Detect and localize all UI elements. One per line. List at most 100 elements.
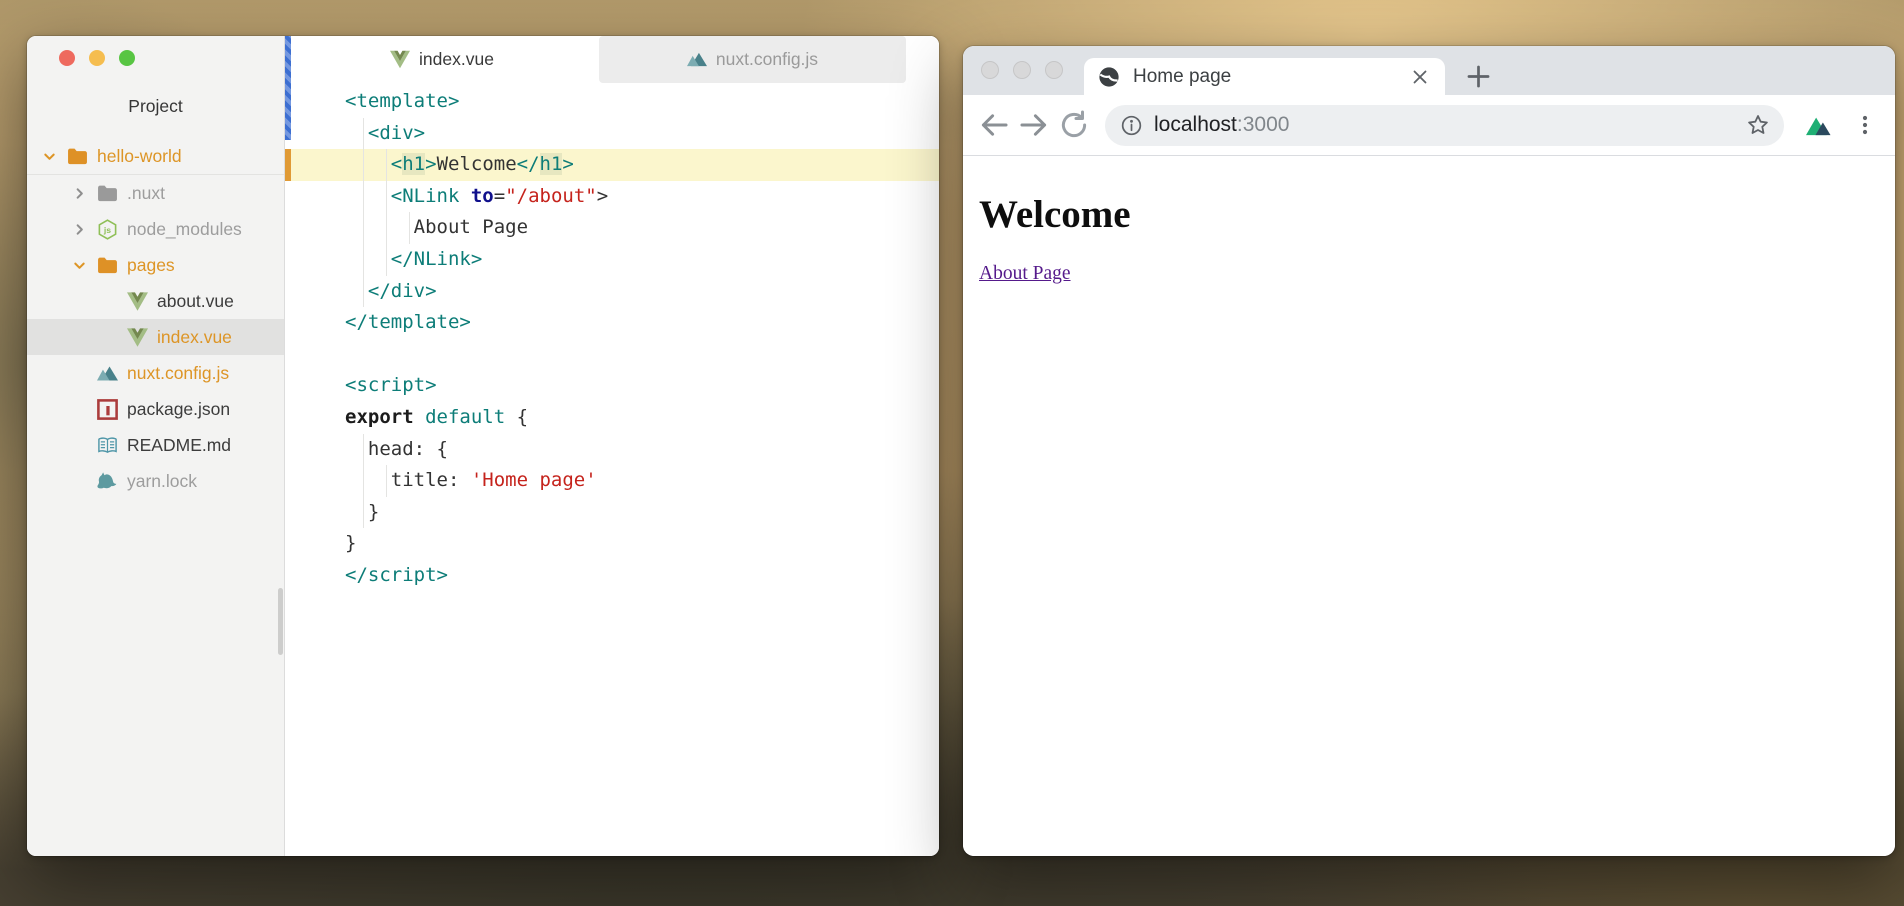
- tree-item-label: index.vue: [157, 327, 232, 348]
- chevron-down-icon[interactable]: [43, 149, 67, 164]
- code-token: 'Home page': [471, 469, 597, 491]
- address-bar[interactable]: localhost:3000: [1105, 105, 1784, 146]
- indent-guide: [386, 212, 387, 244]
- node-icon: js: [97, 219, 118, 240]
- folder-icon: [67, 146, 88, 167]
- browser-menu-icon[interactable]: [1853, 113, 1877, 137]
- tree-item-index.vue[interactable]: index.vue: [27, 319, 284, 355]
- code-token: =: [494, 185, 505, 207]
- globe-favicon: [1098, 66, 1120, 88]
- code-token: <div>: [368, 122, 425, 144]
- chevron-right-icon[interactable]: [73, 186, 97, 201]
- back-button[interactable]: [977, 108, 1011, 142]
- tree-indent-spacer: [73, 474, 97, 489]
- browser-tab-title: Home page: [1133, 66, 1409, 88]
- code-token: </div>: [368, 280, 437, 302]
- minimize-window-button[interactable]: [1013, 61, 1031, 79]
- code-line: <template>: [285, 86, 939, 118]
- close-window-button[interactable]: [59, 50, 75, 66]
- indent-guide: [363, 465, 364, 497]
- code-editor[interactable]: <template> <div> <h1>Welcome</h1> <NLink…: [285, 83, 939, 856]
- tree-item-hello-world[interactable]: hello-world: [27, 139, 284, 175]
- vue-icon: [390, 50, 410, 69]
- tree-item-pages[interactable]: pages: [27, 247, 284, 283]
- editor-tab-label: nuxt.config.js: [716, 49, 818, 70]
- tree-item-package.json[interactable]: package.json: [27, 391, 284, 427]
- sidebar-scrollbar[interactable]: [278, 588, 283, 655]
- tree-indent-spacer: [73, 402, 97, 417]
- code-token: [345, 153, 391, 175]
- chevron-down-icon[interactable]: [73, 258, 97, 273]
- tree-item-.nuxt[interactable]: .nuxt: [27, 175, 284, 211]
- indent-guide: [363, 434, 364, 466]
- svg-text:js: js: [103, 224, 111, 234]
- editor-tab-nuxt.config.js[interactable]: nuxt.config.js: [599, 36, 906, 83]
- code-token: >: [425, 153, 436, 175]
- close-window-button[interactable]: [981, 61, 999, 79]
- nuxt-extension-icon[interactable]: [1806, 113, 1833, 138]
- bookmark-star-icon[interactable]: [1746, 113, 1770, 137]
- tree-item-label: package.json: [127, 399, 230, 420]
- code-token: </template>: [345, 311, 471, 333]
- tree-indent-spacer: [103, 294, 127, 309]
- editor-window: Project hello-world.nuxtjsnode_modulespa…: [27, 36, 939, 856]
- code-line: [285, 339, 939, 371]
- indent-guide: [386, 244, 387, 276]
- code-token: to: [471, 185, 494, 207]
- chevron-right-icon[interactable]: [73, 222, 97, 237]
- zoom-window-button[interactable]: [1045, 61, 1063, 79]
- file-tree: hello-world.nuxt js node_modulespagesabout…: [27, 139, 284, 499]
- code-token: <template>: [345, 90, 459, 112]
- tree-indent-spacer: [73, 366, 97, 381]
- code-token: "/about": [505, 185, 597, 207]
- code-token: >: [597, 185, 608, 207]
- editor-pane: index.vue nuxt.config.js <template> <div>…: [284, 36, 939, 856]
- code-token: </: [517, 153, 540, 175]
- code-token: <NLink: [391, 185, 460, 207]
- close-tab-icon[interactable]: [1409, 66, 1431, 88]
- indent-guide: [363, 118, 364, 150]
- code-line: </div>: [285, 276, 939, 308]
- tree-item-about.vue[interactable]: about.vue: [27, 283, 284, 319]
- pane-divider-handle[interactable]: [285, 36, 291, 140]
- browser-tab[interactable]: Home page: [1084, 58, 1445, 95]
- indent-guide: [386, 181, 387, 213]
- code-token: Welcome: [437, 153, 517, 175]
- window-controls: [27, 50, 284, 66]
- tree-item-nuxt.config.js[interactable]: nuxt.config.js: [27, 355, 284, 391]
- code-token: </NLink>: [391, 248, 483, 270]
- tree-item-yarn.lock[interactable]: yarn.lock: [27, 463, 284, 499]
- code-token: [345, 280, 368, 302]
- tree-indent-spacer: [73, 438, 97, 453]
- url-text[interactable]: localhost:3000: [1154, 113, 1746, 137]
- zoom-window-button[interactable]: [119, 50, 135, 66]
- code-token: [414, 406, 425, 428]
- code-token: h1: [540, 153, 563, 175]
- page-heading: Welcome: [979, 192, 1879, 237]
- code-token: <: [391, 153, 402, 175]
- desktop: Project hello-world.nuxtjsnode_modulespa…: [0, 0, 1904, 906]
- vue-icon: [127, 327, 148, 348]
- code-token: title:: [345, 469, 471, 491]
- editor-tab-index.vue[interactable]: index.vue: [285, 36, 599, 83]
- code-token: default: [425, 406, 505, 428]
- about-page-link[interactable]: About Page: [979, 263, 1071, 284]
- forward-button[interactable]: [1017, 108, 1051, 142]
- minimize-window-button[interactable]: [89, 50, 105, 66]
- code-line: export default {: [285, 402, 939, 434]
- indent-guide: [386, 465, 387, 497]
- code-token: {: [505, 406, 528, 428]
- tree-item-node_modules[interactable]: js node_modules: [27, 211, 284, 247]
- site-info-icon[interactable]: [1120, 114, 1143, 137]
- code-token: [345, 185, 391, 207]
- window-controls: [981, 61, 1063, 79]
- tree-item-README.md[interactable]: README.md: [27, 427, 284, 463]
- npm-icon: [97, 399, 118, 420]
- indent-guide: [363, 244, 364, 276]
- reload-button[interactable]: [1057, 108, 1091, 142]
- indent-guide: [363, 181, 364, 213]
- code-token: </script>: [345, 564, 448, 586]
- tree-item-label: node_modules: [127, 219, 242, 240]
- new-tab-button[interactable]: [1465, 63, 1492, 90]
- code-line-current: <h1>Welcome</h1>: [285, 149, 939, 181]
